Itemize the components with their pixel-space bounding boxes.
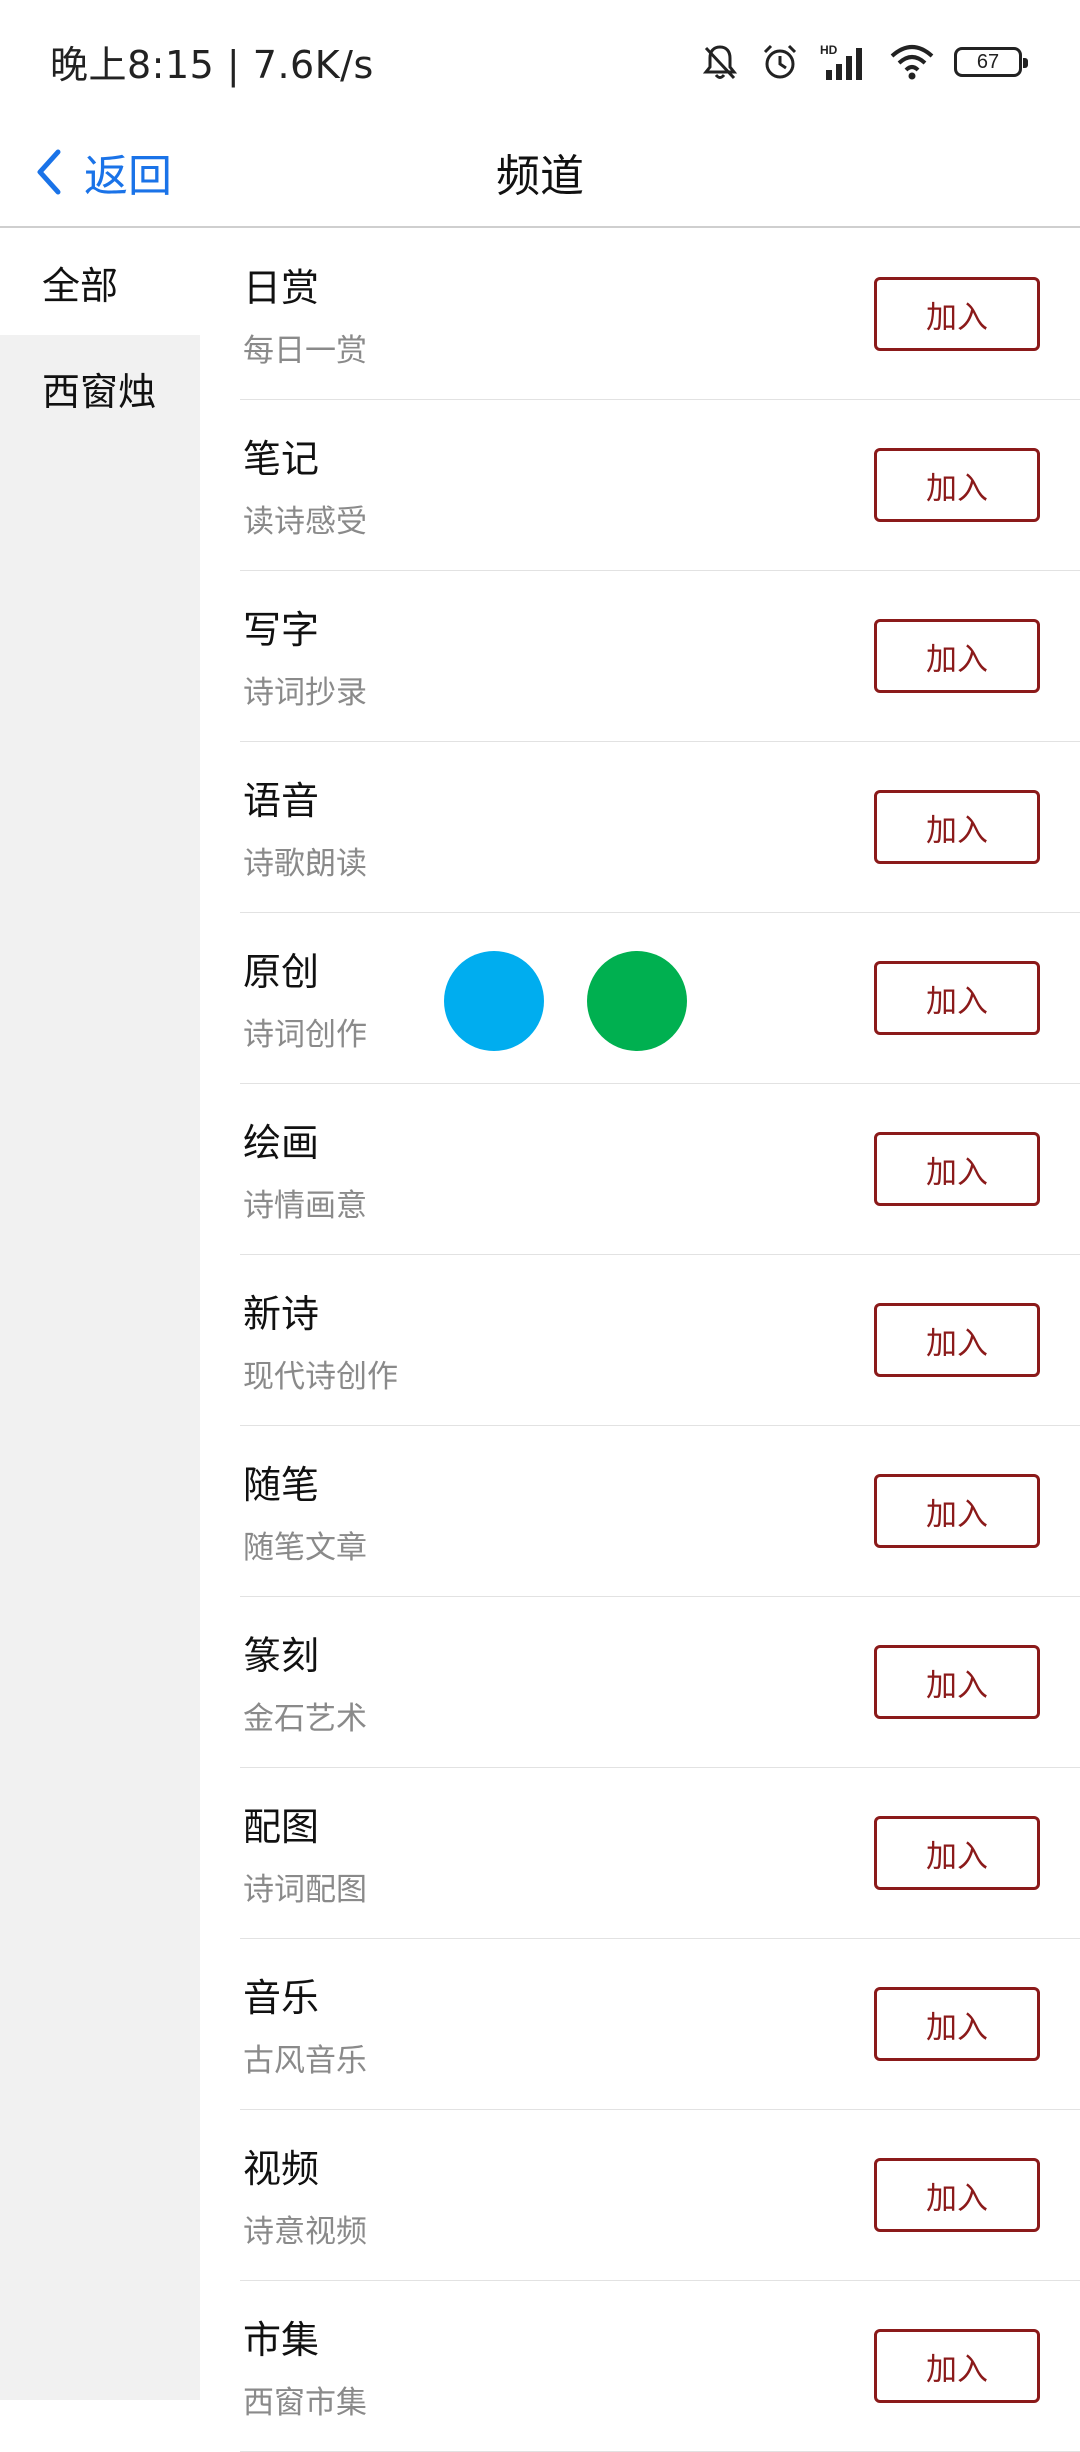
wifi-icon bbox=[890, 42, 934, 82]
channel-title: 语音 bbox=[243, 779, 320, 823]
channel-row: 配图 诗词配图 加入 bbox=[240, 1768, 1080, 1939]
hd-signal-icon: HD bbox=[820, 42, 870, 82]
sidebar: 全部 西窗烛 bbox=[0, 229, 200, 2400]
join-button[interactable]: 加入 bbox=[874, 1474, 1040, 1548]
floating-green-dot[interactable] bbox=[587, 951, 687, 1051]
channel-subtitle: 诗词抄录 bbox=[243, 675, 367, 711]
channel-title: 笔记 bbox=[243, 437, 320, 481]
channel-title: 绘画 bbox=[243, 1121, 320, 1165]
channel-subtitle: 每日一赏 bbox=[243, 333, 367, 369]
channel-title: 配图 bbox=[243, 1805, 320, 1849]
channel-subtitle: 诗词配图 bbox=[243, 1872, 367, 1908]
channel-title: 新诗 bbox=[243, 1292, 320, 1336]
channel-title: 篆刻 bbox=[243, 1634, 320, 1678]
status-time: 晚上8:15 | 7.6K/s bbox=[50, 43, 374, 87]
channel-subtitle: 古风音乐 bbox=[243, 2043, 367, 2079]
channel-title: 音乐 bbox=[243, 1976, 320, 2020]
join-button[interactable]: 加入 bbox=[874, 1987, 1040, 2061]
channel-subtitle: 诗词创作 bbox=[243, 1017, 367, 1053]
channel-title: 日赏 bbox=[243, 266, 320, 310]
channel-subtitle: 诗意视频 bbox=[243, 2214, 367, 2250]
join-button[interactable]: 加入 bbox=[874, 448, 1040, 522]
channel-subtitle: 读诗感受 bbox=[243, 504, 367, 540]
channel-subtitle: 随笔文章 bbox=[243, 1530, 367, 1566]
channel-row: 视频 诗意视频 加入 bbox=[240, 2110, 1080, 2281]
status-icons: HD 67 bbox=[700, 36, 1028, 88]
alarm-icon bbox=[760, 42, 800, 82]
channel-list: 日赏 每日一赏 加入 笔记 读诗感受 加入 写字 诗词抄录 加入 语音 诗歌朗读… bbox=[240, 229, 1080, 2452]
sidebar-item-all[interactable]: 全部 bbox=[0, 229, 200, 335]
sidebar-item-xichuangzhu[interactable]: 西窗烛 bbox=[0, 335, 200, 441]
channel-row: 随笔 随笔文章 加入 bbox=[240, 1426, 1080, 1597]
join-button[interactable]: 加入 bbox=[874, 2158, 1040, 2232]
channel-row: 音乐 古风音乐 加入 bbox=[240, 1939, 1080, 2110]
header-bar: 返回 频道 bbox=[0, 116, 1080, 228]
svg-text:HD: HD bbox=[820, 43, 838, 57]
channel-subtitle: 金石艺术 bbox=[243, 1701, 367, 1737]
join-button[interactable]: 加入 bbox=[874, 1816, 1040, 1890]
battery-icon: 67 bbox=[954, 47, 1028, 77]
join-button[interactable]: 加入 bbox=[874, 790, 1040, 864]
channel-title: 写字 bbox=[243, 608, 320, 652]
channel-row: 写字 诗词抄录 加入 bbox=[240, 571, 1080, 742]
join-button[interactable]: 加入 bbox=[874, 1303, 1040, 1377]
channel-subtitle: 现代诗创作 bbox=[243, 1359, 398, 1395]
channel-title: 视频 bbox=[243, 2147, 320, 2191]
channel-subtitle: 诗歌朗读 bbox=[243, 846, 367, 882]
join-button[interactable]: 加入 bbox=[874, 2329, 1040, 2403]
channel-subtitle: 诗情画意 bbox=[243, 1188, 367, 1224]
join-button[interactable]: 加入 bbox=[874, 619, 1040, 693]
join-button[interactable]: 加入 bbox=[874, 961, 1040, 1035]
channel-row: 市集 西窗市集 加入 bbox=[240, 2281, 1080, 2452]
channel-row: 新诗 现代诗创作 加入 bbox=[240, 1255, 1080, 1426]
floating-blue-dot[interactable] bbox=[444, 951, 544, 1051]
channel-row: 篆刻 金石艺术 加入 bbox=[240, 1597, 1080, 1768]
join-button[interactable]: 加入 bbox=[874, 277, 1040, 351]
status-bar: 晚上8:15 | 7.6K/s HD 67 bbox=[0, 0, 1080, 116]
join-button[interactable]: 加入 bbox=[874, 1645, 1040, 1719]
channel-title: 随笔 bbox=[243, 1463, 320, 1507]
channel-row: 绘画 诗情画意 加入 bbox=[240, 1084, 1080, 1255]
page-title: 频道 bbox=[496, 151, 584, 202]
join-button[interactable]: 加入 bbox=[874, 1132, 1040, 1206]
bell-muted-icon bbox=[700, 42, 740, 82]
sidebar-item-label: 全部 bbox=[42, 263, 119, 308]
channel-title: 原创 bbox=[243, 950, 320, 994]
sidebar-item-label: 西窗烛 bbox=[42, 369, 157, 414]
channel-row: 语音 诗歌朗读 加入 bbox=[240, 742, 1080, 913]
channel-title: 市集 bbox=[243, 2318, 320, 2362]
channel-row: 日赏 每日一赏 加入 bbox=[240, 229, 1080, 400]
channel-row: 笔记 读诗感受 加入 bbox=[240, 400, 1080, 571]
